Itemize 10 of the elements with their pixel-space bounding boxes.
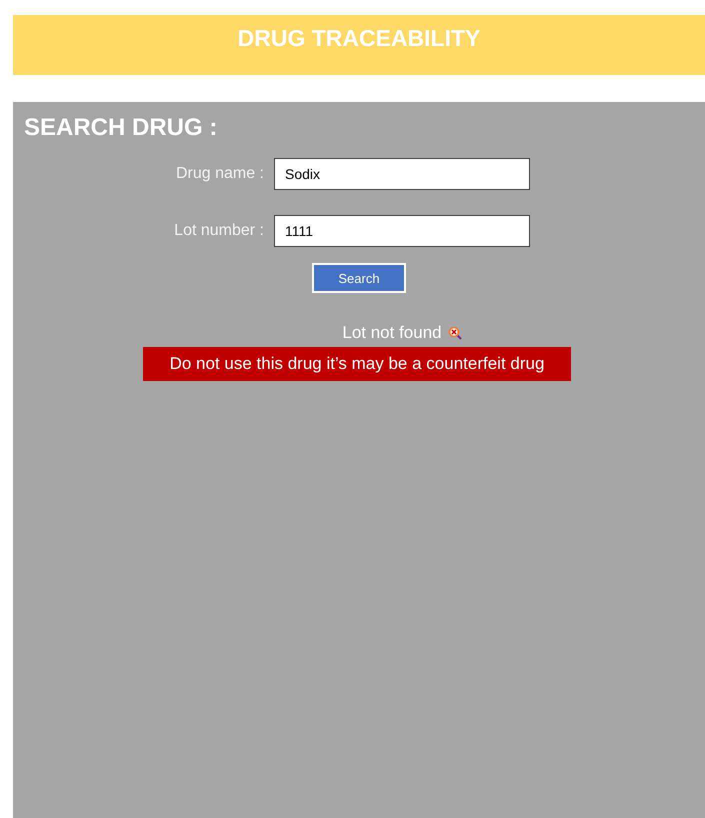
input-field[interactable]: 1111 — [274, 215, 530, 247]
result-message: Lot not found — [342, 323, 442, 343]
magnifier-icon — [448, 326, 462, 340]
search-button[interactable]: Search — [312, 263, 406, 293]
app-title: DRUG TRACEABILITY — [238, 25, 480, 53]
warning-banner: Do not use this drug it’s may be a counterfeit drug — [143, 347, 571, 381]
field-label: Lot number : — [173, 222, 265, 240]
panel-title: SEARCH DRUG : — [24, 114, 218, 142]
input-field[interactable]: Sodix — [274, 158, 530, 190]
field-label: Drug name : — [174, 165, 265, 183]
